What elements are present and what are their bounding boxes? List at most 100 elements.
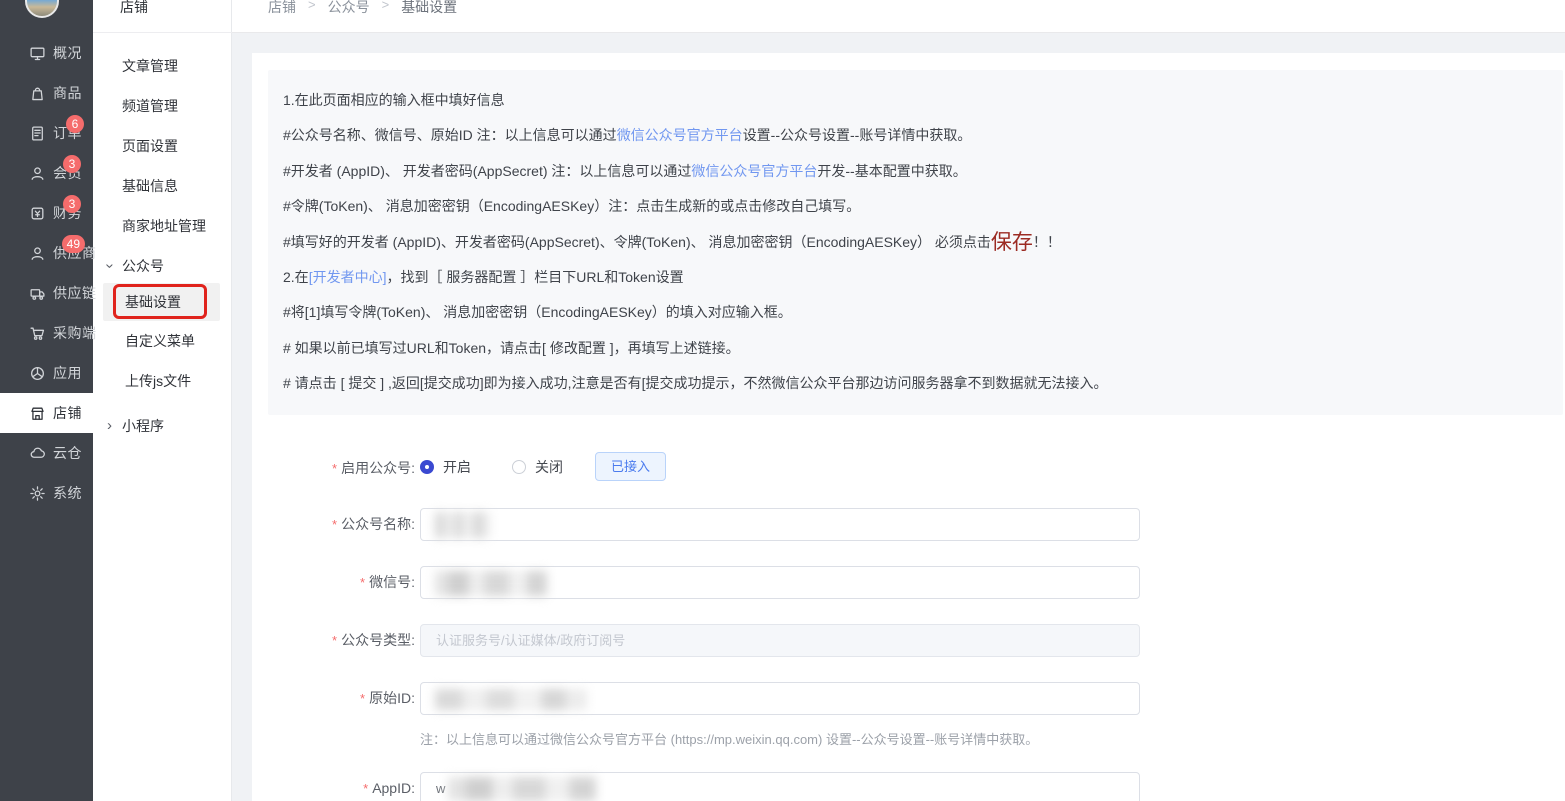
instruction-text: #令牌(ToKen)、 消息加密密钥（EncodingAESKey）注：点击生成…	[283, 198, 860, 214]
secondary-sidebar-title: 店铺	[120, 0, 148, 17]
required-mark: *	[360, 575, 365, 590]
menu-item-page-settings[interactable]: 页面设置	[93, 126, 232, 166]
instruction-text: 2.在	[283, 269, 309, 285]
menu-item-merchant-address[interactable]: 商家地址管理	[93, 206, 232, 246]
instruction-text: # 如果以前已填写过URL和Token，请点击[ 修改配置 ]，再填写上述链接。	[283, 340, 740, 356]
gear-icon	[29, 485, 46, 502]
menu-group-label: 小程序	[122, 418, 164, 434]
instructions-panel: 1.在此页面相应的输入框中填好信息 #公众号名称、微信号、原始ID 注：以上信息…	[268, 70, 1563, 415]
breadcrumb-bar: 店铺 > 公众号 > 基础设置	[232, 0, 1565, 33]
sidebar-item-system[interactable]: 系统	[0, 473, 93, 513]
sidebar-item-orders[interactable]: 订单 6	[0, 113, 93, 153]
cloud-icon	[29, 445, 46, 462]
document-icon	[29, 125, 46, 142]
wechat-id-input[interactable]	[420, 566, 1140, 599]
menu-group-mini-program[interactable]: › 小程序	[93, 406, 232, 446]
sidebar-item-label: 云仓	[53, 443, 82, 463]
radio-enable-on[interactable]: 开启	[420, 457, 471, 477]
instruction-text: #填写好的开发者 (AppID)、开发者密码(AppSecret)、令牌(ToK…	[283, 234, 991, 250]
menu-item-upload-js[interactable]: 上传js文件	[93, 361, 232, 401]
sidebar-item-label: 商品	[53, 83, 82, 103]
menu-item-article-management[interactable]: 文章管理	[93, 46, 232, 86]
sidebar-item-apps[interactable]: 应用	[0, 353, 93, 393]
user-avatar[interactable]	[25, 0, 59, 18]
monitor-icon	[29, 45, 46, 62]
radio-enable-off[interactable]: 关闭	[512, 457, 563, 477]
radio-unselected-icon	[512, 460, 526, 474]
instruction-text: 开发--基本配置中获取。	[817, 163, 966, 179]
connected-status-button[interactable]: 已接入	[595, 452, 666, 481]
instruction-line: # 如果以前已填写过URL和Token，请点击[ 修改配置 ]，再填写上述链接。	[283, 331, 1548, 366]
admin-app: 概况 商品 订单 6 会员 3 财务 3 供应商 49 供应链	[0, 0, 1565, 801]
sidebar-item-finance[interactable]: 财务 3	[0, 193, 93, 233]
breadcrumb-separator: >	[308, 0, 316, 17]
account-name-input[interactable]	[420, 508, 1140, 541]
instruction-text: 1.在此页面相应的输入框中填好信息	[283, 92, 505, 108]
required-mark: *	[360, 691, 365, 706]
chevron-down-icon: ›	[90, 264, 130, 269]
required-mark: *	[332, 461, 337, 476]
menu-item-basic-info[interactable]: 基础信息	[93, 166, 232, 206]
instruction-line: #将[1]填写令牌(ToKen)、 消息加密密钥（EncodingAESKey）…	[283, 295, 1548, 330]
form-row-account-name: *公众号名称:	[252, 508, 1452, 541]
instruction-text: ，找到［ 服务器配置 ］栏目下URL和Token设置	[386, 269, 683, 285]
sidebar-item-label: 应用	[53, 363, 82, 383]
sidebar-item-cloud-warehouse[interactable]: 云仓	[0, 433, 93, 473]
breadcrumb-item[interactable]: 公众号	[328, 0, 370, 17]
breadcrumb-separator: >	[382, 0, 390, 17]
form-row-account-type: *公众号类型:	[252, 624, 1452, 657]
original-id-input[interactable]	[420, 682, 1140, 715]
sidebar-item-goods[interactable]: 商品	[0, 73, 93, 113]
finance-icon	[29, 205, 46, 222]
settings-card: 1.在此页面相应的输入框中填好信息 #公众号名称、微信号、原始ID 注：以上信息…	[252, 53, 1565, 801]
field-label-text: 公众号名称:	[341, 516, 415, 532]
sidebar-item-overview[interactable]: 概况	[0, 33, 93, 73]
instruction-line: # 请点击 [ 提交 ] ,返回[提交成功]即为接入成功,注意是否有[提交成功提…	[283, 366, 1548, 401]
menu-group-official-account[interactable]: › 公众号	[93, 246, 232, 286]
field-label-text: 启用公众号:	[341, 460, 415, 476]
user-icon	[29, 245, 46, 262]
sidebar-item-members[interactable]: 会员 3	[0, 153, 93, 193]
apps-icon	[29, 365, 46, 382]
instruction-text: 设置--公众号设置--账号详情中获取。	[743, 127, 972, 143]
sidebar-item-label: 系统	[53, 483, 82, 503]
instruction-line: 2.在[开发者中心]，找到［ 服务器配置 ］栏目下URL和Token设置	[283, 260, 1548, 295]
breadcrumb: 店铺 > 公众号 > 基础设置	[268, 0, 457, 17]
instruction-text: ！！	[1033, 234, 1061, 250]
required-mark: *	[363, 781, 368, 796]
field-label: *AppID:	[252, 772, 415, 801]
redacted-value	[435, 512, 490, 538]
app-id-input[interactable]: w	[420, 772, 1140, 801]
field-label-text: 微信号:	[369, 574, 415, 590]
field-label: *公众号名称:	[252, 508, 415, 541]
breadcrumb-item[interactable]: 店铺	[268, 0, 296, 17]
field-label: *公众号类型:	[252, 624, 415, 657]
official-platform-link[interactable]: 微信公众号官方平台	[617, 127, 743, 143]
redacted-value	[448, 777, 596, 801]
sidebar-item-label: 店铺	[53, 403, 82, 423]
secondary-sidebar-header: 店铺	[93, 0, 232, 33]
menu-item-channel-management[interactable]: 频道管理	[93, 86, 232, 126]
shop-icon	[29, 405, 46, 422]
chevron-right-icon: ›	[107, 406, 112, 446]
sidebar-item-procurement[interactable]: 采购端	[0, 313, 93, 353]
menu-item-basic-settings[interactable]: 基础设置	[93, 283, 232, 321]
instruction-line: #开发者 (AppID)、 开发者密码(AppSecret) 注：以上信息可以通…	[283, 154, 1548, 189]
instruction-text: # 请点击 [ 提交 ] ,返回[提交成功]即为接入成功,注意是否有[提交成功提…	[283, 375, 1107, 391]
original-id-note: 注：以上信息可以通过微信公众号官方平台 (https://mp.weixin.q…	[420, 729, 1038, 748]
form-row-wechat-id: * 微信号:	[252, 566, 1452, 599]
required-mark: *	[332, 633, 337, 648]
form-row-original-id: * 原始ID:	[252, 682, 1452, 715]
user-icon	[29, 165, 46, 182]
sidebar-item-suppliers[interactable]: 供应商 49	[0, 233, 93, 273]
sidebar-item-supply-chain[interactable]: 供应链	[0, 273, 93, 313]
secondary-sidebar: 店铺 文章管理 频道管理 页面设置 基础信息 商家地址管理 › 公众号 基础设置…	[93, 0, 232, 801]
menu-item-custom-menu[interactable]: 自定义菜单	[93, 321, 232, 361]
developer-center-link[interactable]: [开发者中心]	[309, 269, 387, 285]
field-label: * 启用公众号:	[252, 452, 415, 485]
field-label-text: 原始ID:	[369, 690, 415, 706]
official-platform-link[interactable]: 微信公众号官方平台	[691, 163, 817, 179]
radio-label: 关闭	[535, 457, 563, 477]
bag-icon	[29, 85, 46, 102]
sidebar-item-shop[interactable]: 店铺	[0, 393, 93, 433]
